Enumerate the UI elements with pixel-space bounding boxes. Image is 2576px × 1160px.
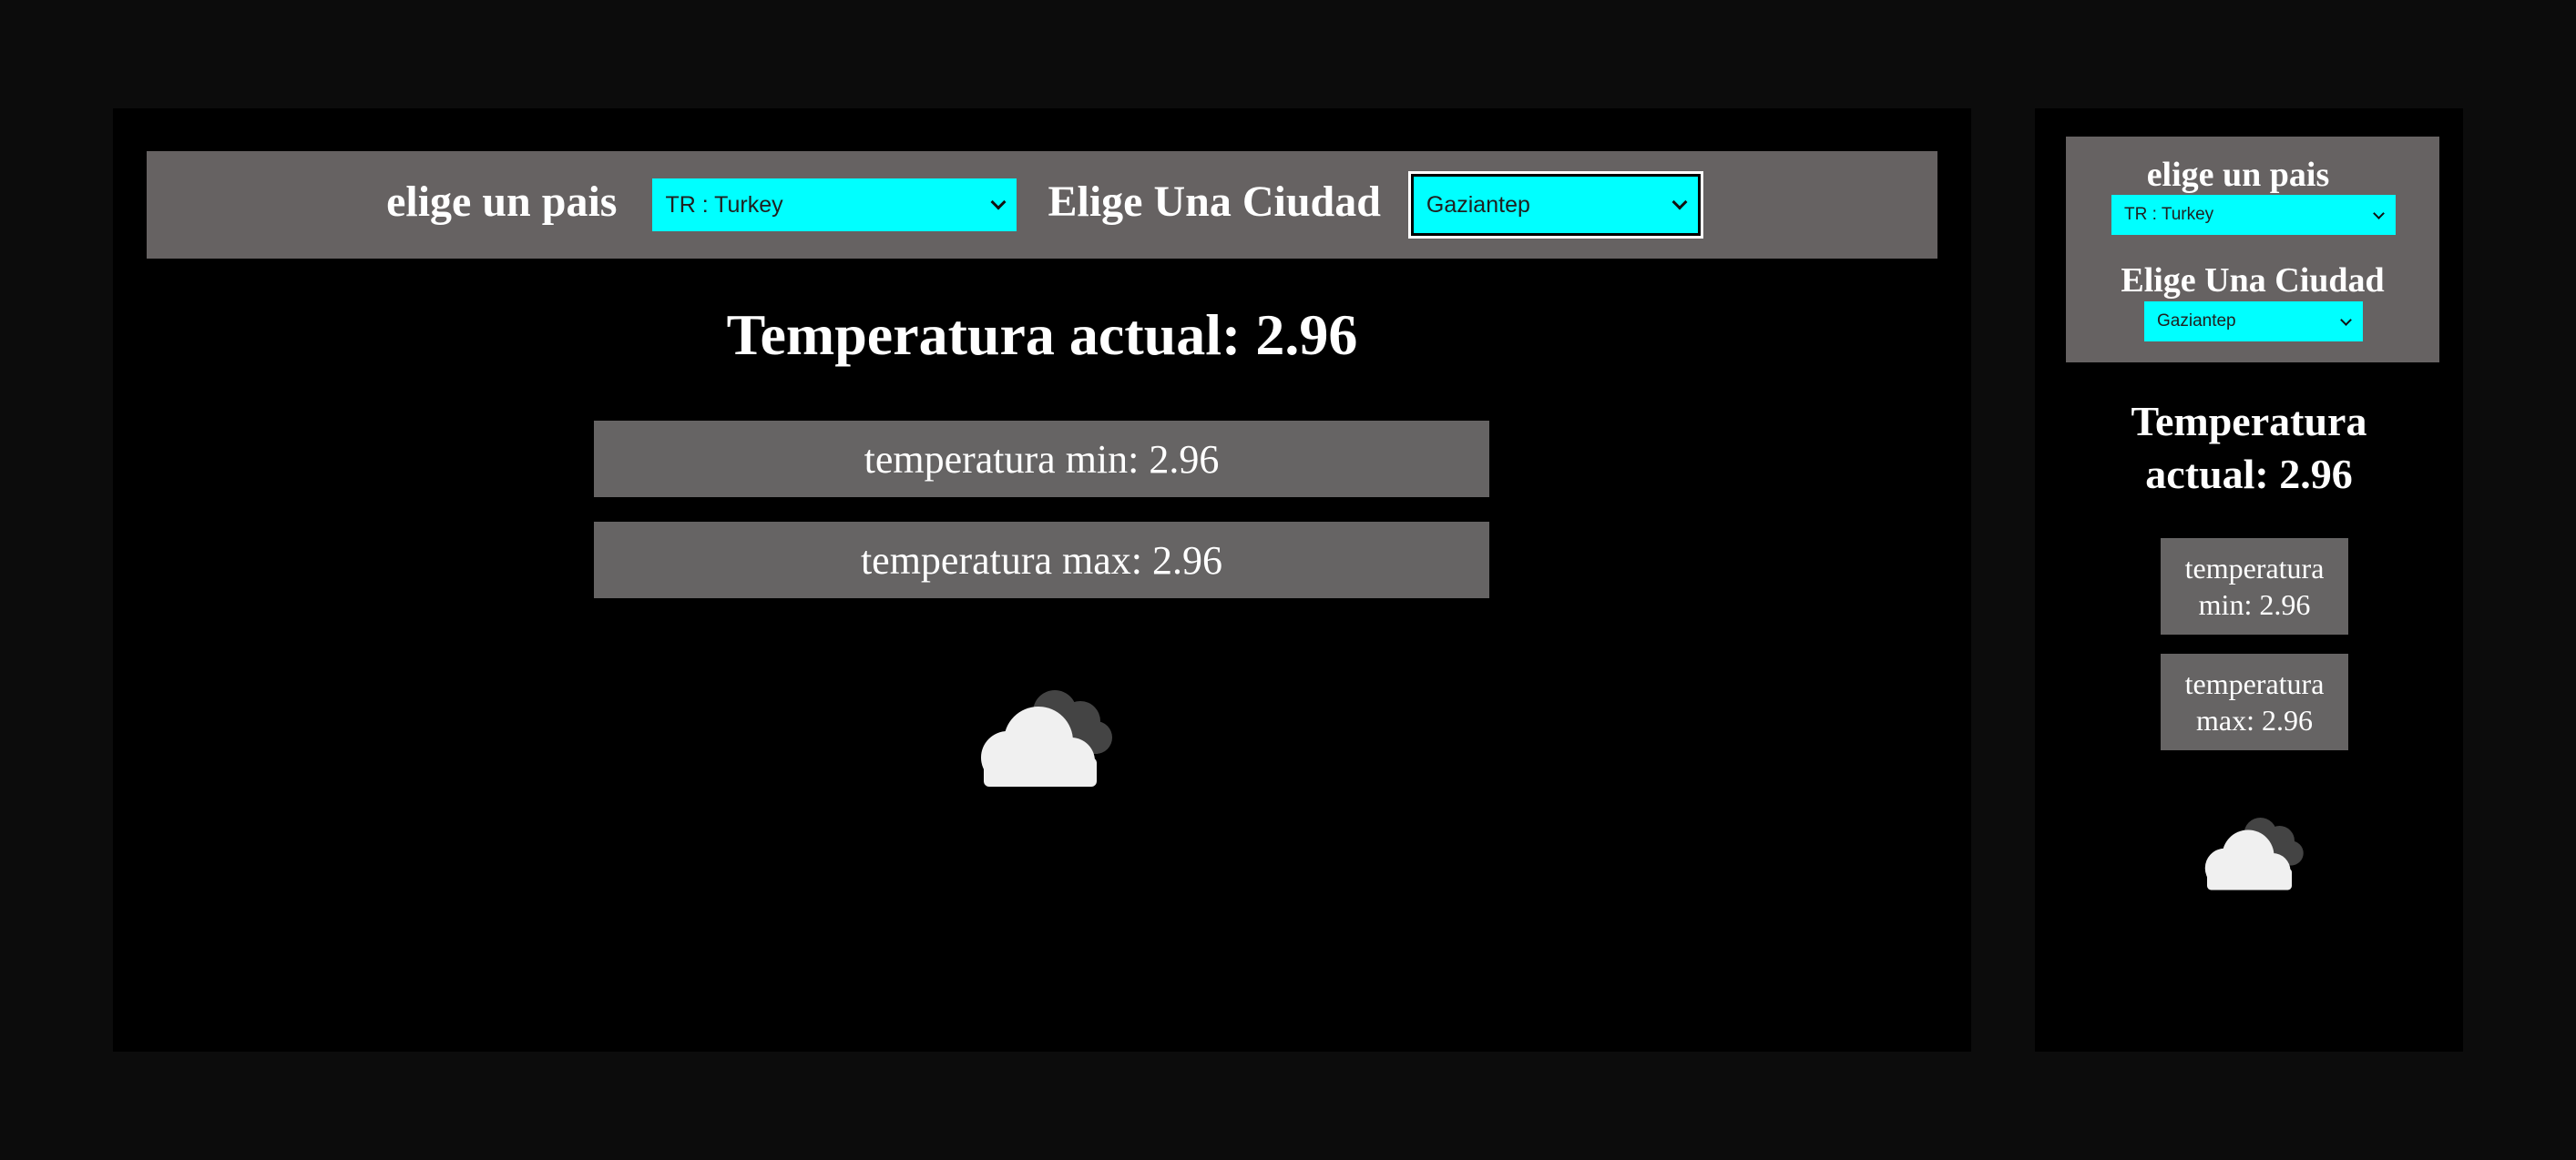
country-label: elige un pais — [386, 177, 618, 226]
chevron-down-icon — [990, 194, 1007, 210]
location-selector-bar: elige un pais TR : Turkey Elige Una Ciud… — [147, 151, 1937, 259]
country-label: elige un pais — [2146, 156, 2330, 194]
country-select-value: TR : Turkey — [665, 191, 783, 218]
max-temperature: temperatura max: 2.96 — [2161, 654, 2348, 750]
min-temperature: temperatura min: 2.96 — [594, 421, 1489, 497]
chevron-down-icon — [2340, 313, 2352, 326]
chevron-down-icon — [2373, 207, 2385, 219]
city-select-value: Gaziantep — [2157, 311, 2236, 331]
country-select-value: TR : Turkey — [2124, 205, 2214, 224]
country-select[interactable]: TR : Turkey — [2111, 195, 2396, 235]
min-temperature: temperatura min: 2.96 — [2161, 538, 2348, 635]
city-select[interactable]: Gaziantep — [2144, 301, 2363, 341]
mobile-weather-panel: elige un pais TR : Turkey Elige Una Ciud… — [2035, 108, 2463, 1052]
cloudy-icon — [981, 690, 1112, 787]
city-select-value: Gaziantep — [1426, 191, 1530, 218]
current-temperature: Temperatura actual: 2.96 — [2131, 398, 2367, 497]
city-label: Elige Una Ciudad — [1048, 177, 1381, 226]
page: elige un pais TR : Turkey Elige Una Ciud… — [0, 0, 2576, 1160]
desktop-weather-panel: elige un pais TR : Turkey Elige Una Ciud… — [113, 108, 1971, 1052]
cloudy-icon — [2204, 818, 2304, 890]
city-select[interactable]: Gaziantep — [1410, 174, 1701, 236]
city-label: Elige Una Ciudad — [2121, 261, 2385, 300]
country-select[interactable]: TR : Turkey — [652, 178, 1017, 231]
chevron-down-icon — [1671, 194, 1688, 210]
max-temperature: temperatura max: 2.96 — [594, 522, 1489, 598]
current-temperature: Temperatura actual: 2.96 — [726, 302, 1358, 367]
location-selector-box: elige un pais TR : Turkey Elige Una Ciud… — [2066, 137, 2439, 362]
